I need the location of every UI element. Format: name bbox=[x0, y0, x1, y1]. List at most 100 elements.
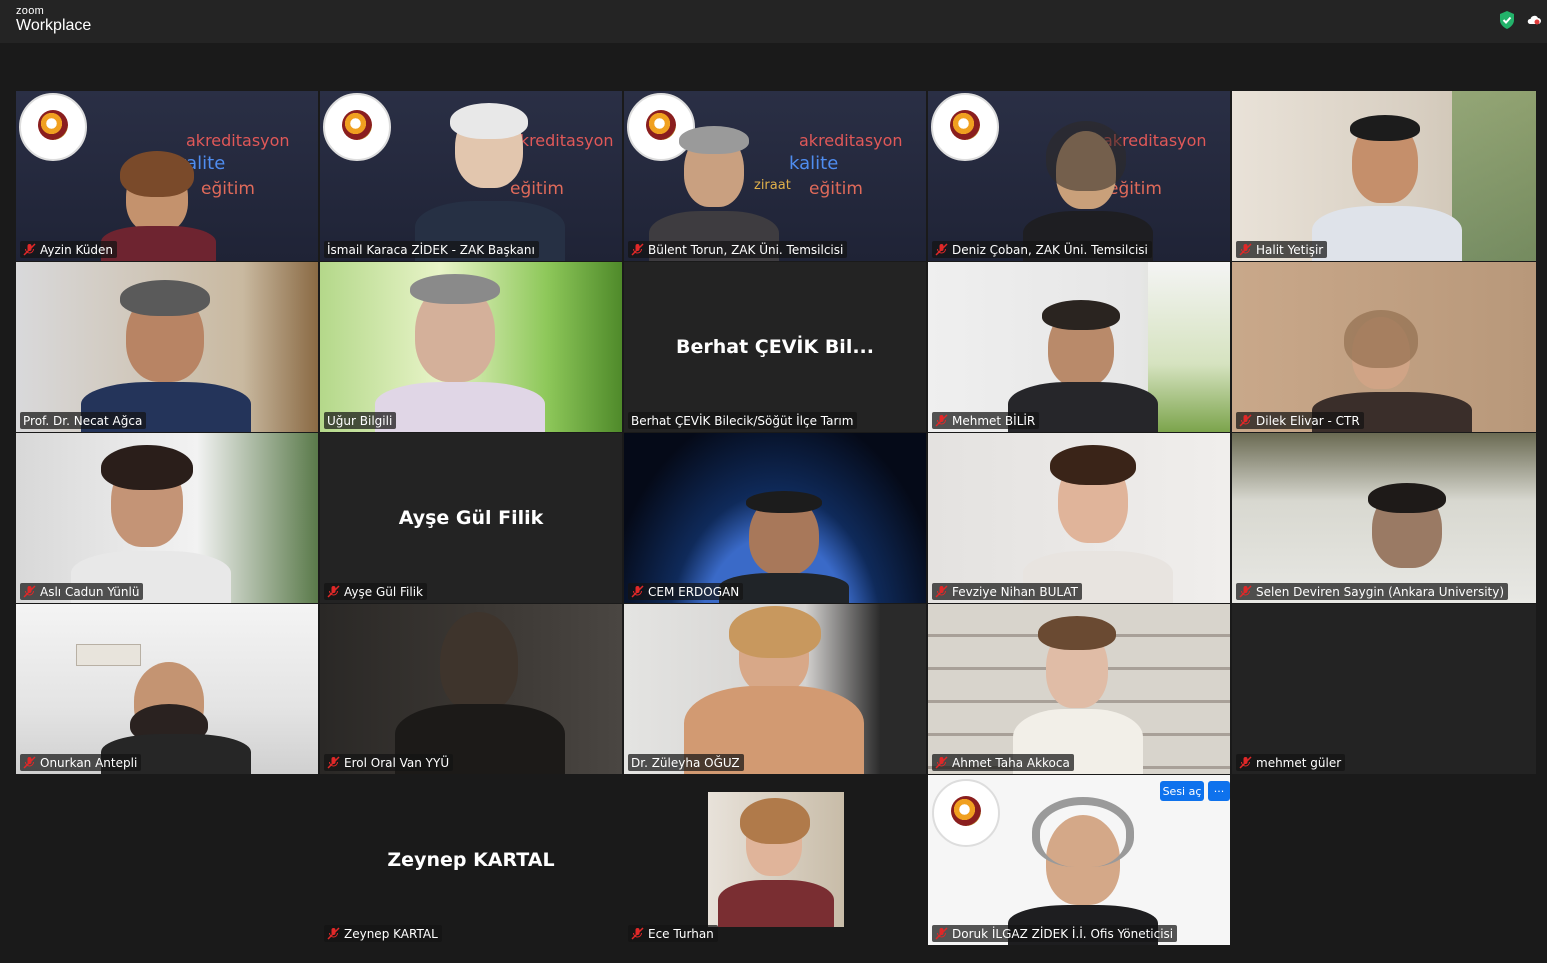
mic-muted-icon bbox=[631, 927, 644, 940]
mic-muted-icon bbox=[935, 243, 948, 256]
participant-label: Halit Yetişir bbox=[1236, 241, 1328, 258]
participant-label: Mehmet BİLİR bbox=[932, 412, 1040, 429]
mic-muted-icon bbox=[1239, 585, 1252, 598]
wordcloud-word: ziraat bbox=[754, 178, 791, 193]
video-tile[interactable]: Dr. Züleyha OĞUZ bbox=[624, 604, 926, 774]
video-tile[interactable]: Uğur Bilgili bbox=[320, 262, 622, 432]
participant-hair bbox=[450, 103, 528, 139]
participant-name: Dilek Elivar - CTR bbox=[1256, 413, 1360, 428]
participant-name: Aslı Cadun Yünlü bbox=[40, 584, 140, 599]
video-tile[interactable]: Sesi aç ··· Doruk İLGAZ ZİDEK İ.İ. Ofis … bbox=[928, 775, 1230, 945]
participant-name: Fevziye Nihan BULAT bbox=[952, 584, 1078, 599]
participant-label: Ayşe Gül Filik bbox=[324, 583, 427, 600]
mic-muted-icon bbox=[631, 243, 644, 256]
video-tile[interactable]: akreditasyon eğitim Deniz Çoban, ZAK Üni… bbox=[928, 91, 1230, 261]
video-tile-camera-off[interactable]: Berhat ÇEVİK Bil... Berhat ÇEVİK Bilecik… bbox=[624, 262, 926, 432]
zak-seal-logo bbox=[19, 93, 87, 161]
video-tile[interactable]: Prof. Dr. Necat Ağca bbox=[16, 262, 318, 432]
participant-label: İsmail Karaca ZİDEK - ZAK Başkanı bbox=[324, 241, 539, 258]
mic-muted-icon bbox=[1239, 243, 1252, 256]
participant-name: Doruk İLGAZ ZİDEK İ.İ. Ofis Yöneticisi bbox=[952, 926, 1174, 941]
video-tile[interactable]: Mehmet BİLİR bbox=[928, 262, 1230, 432]
participant-hair bbox=[1038, 616, 1116, 650]
poster bbox=[1148, 262, 1230, 432]
mic-muted-icon bbox=[1239, 756, 1252, 769]
participant-name: Erol Oral Van YYÜ bbox=[344, 755, 450, 770]
wordcloud-word: kalite bbox=[789, 153, 839, 174]
participant-hair bbox=[746, 491, 822, 513]
unmute-button[interactable]: Sesi aç bbox=[1160, 781, 1204, 801]
mic-muted-icon bbox=[23, 585, 36, 598]
wordcloud-word: eğitim bbox=[201, 179, 255, 199]
video-tile[interactable]: Erol Oral Van YYÜ bbox=[320, 604, 622, 774]
video-tile[interactable]: CEM ERDOGAN bbox=[624, 433, 926, 603]
participant-label: Dr. Züleyha OĞUZ bbox=[628, 754, 744, 771]
video-tile[interactable]: Aslı Cadun Yünlü bbox=[16, 433, 318, 603]
mic-muted-icon bbox=[935, 585, 948, 598]
video-tile-camera-off[interactable]: Zeynep KARTAL Zeynep KARTAL bbox=[320, 775, 622, 945]
mic-muted-icon bbox=[935, 927, 948, 940]
zak-seal-logo bbox=[932, 779, 1000, 847]
participant-name: Ece Turhan bbox=[648, 926, 714, 941]
wordcloud-word: akreditasyon bbox=[186, 131, 290, 150]
participant-label: Prof. Dr. Necat Ağca bbox=[20, 412, 147, 429]
more-options-button[interactable]: ··· bbox=[1208, 781, 1230, 801]
participant-name: Deniz Çoban, ZAK Üni. Temsilcisi bbox=[952, 242, 1148, 257]
participant-face bbox=[440, 612, 518, 712]
participant-label: Ece Turhan bbox=[628, 925, 718, 942]
participant-body bbox=[375, 382, 545, 432]
participant-display-name: Zeynep KARTAL bbox=[387, 849, 555, 871]
participant-name: Dr. Züleyha OĞUZ bbox=[631, 755, 740, 770]
mic-muted-icon bbox=[23, 756, 36, 769]
video-tile[interactable]: Selen Deviren Saygin (Ankara University) bbox=[1232, 433, 1536, 603]
participant-label: Aslı Cadun Yünlü bbox=[20, 583, 144, 600]
zak-seal-logo bbox=[931, 93, 999, 161]
video-tile-camera-off[interactable]: mehmet güler bbox=[1232, 604, 1536, 774]
participant-hair bbox=[120, 151, 194, 197]
participant-hair bbox=[410, 274, 500, 304]
mic-muted-icon bbox=[327, 756, 340, 769]
plants bbox=[1452, 91, 1536, 261]
video-tile[interactable]: Halit Yetişir bbox=[1232, 91, 1536, 261]
participant-hair bbox=[679, 126, 749, 154]
participant-hair bbox=[1344, 310, 1418, 368]
participant-hair bbox=[1050, 445, 1136, 485]
participant-hair bbox=[740, 798, 810, 844]
mic-muted-icon bbox=[935, 414, 948, 427]
participant-hair bbox=[101, 445, 193, 490]
participant-display-name: Ayşe Gül Filik bbox=[398, 507, 544, 529]
participant-label: Zeynep KARTAL bbox=[324, 925, 442, 942]
participant-name: Selen Deviren Saygin (Ankara University) bbox=[1256, 584, 1505, 599]
participant-name: Prof. Dr. Necat Ağca bbox=[23, 413, 143, 428]
video-tile[interactable]: akreditasyon kalite ziraat eğitim Bülent… bbox=[624, 91, 926, 261]
participant-hair bbox=[1046, 121, 1126, 191]
brand-big: Workplace bbox=[16, 17, 92, 34]
participant-name: İsmail Karaca ZİDEK - ZAK Başkanı bbox=[327, 242, 535, 257]
participant-label: Erol Oral Van YYÜ bbox=[324, 754, 454, 771]
participant-label: mehmet güler bbox=[1236, 754, 1346, 771]
wordcloud-word: eğitim bbox=[809, 179, 863, 199]
participant-label: Berhat ÇEVİK Bilecik/Söğüt İlçe Tarım bbox=[628, 412, 858, 429]
video-tile-active-speaker[interactable]: akreditasyon eğitim İsmail Karaca ZİDEK … bbox=[320, 91, 622, 261]
video-tile-camera-off[interactable]: Ayşe Gül Filik Ayşe Gül Filik bbox=[320, 433, 622, 603]
video-tile[interactable]: Fevziye Nihan BULAT bbox=[928, 433, 1230, 603]
video-tile[interactable]: Onurkan Antepli bbox=[16, 604, 318, 774]
wordcloud-word: eğitim bbox=[510, 179, 564, 199]
participant-name: Uğur Bilgili bbox=[327, 413, 393, 428]
zoom-logo: zoom Workplace bbox=[16, 6, 91, 35]
cloud-icon[interactable] bbox=[1527, 13, 1541, 27]
security-shield-icon[interactable] bbox=[1497, 10, 1517, 30]
video-tile[interactable]: Ece Turhan bbox=[624, 775, 926, 945]
mic-muted-icon bbox=[935, 756, 948, 769]
participant-label: Ahmet Taha Akkoca bbox=[932, 754, 1074, 771]
participant-name: Halit Yetişir bbox=[1256, 242, 1324, 257]
participant-name: Onurkan Antepli bbox=[40, 755, 138, 770]
video-tile[interactable]: Dilek Elivar - CTR bbox=[1232, 262, 1536, 432]
video-tile[interactable]: Ahmet Taha Akkoca bbox=[928, 604, 1230, 774]
participant-label: Deniz Çoban, ZAK Üni. Temsilcisi bbox=[932, 241, 1152, 258]
video-tile[interactable]: akreditasyon kalite eğitim Ayzin Küden bbox=[16, 91, 318, 261]
zak-seal-logo bbox=[323, 93, 391, 161]
participant-label: Selen Deviren Saygin (Ankara University) bbox=[1236, 583, 1509, 600]
mic-muted-icon bbox=[1239, 414, 1252, 427]
mic-muted-icon bbox=[327, 585, 340, 598]
